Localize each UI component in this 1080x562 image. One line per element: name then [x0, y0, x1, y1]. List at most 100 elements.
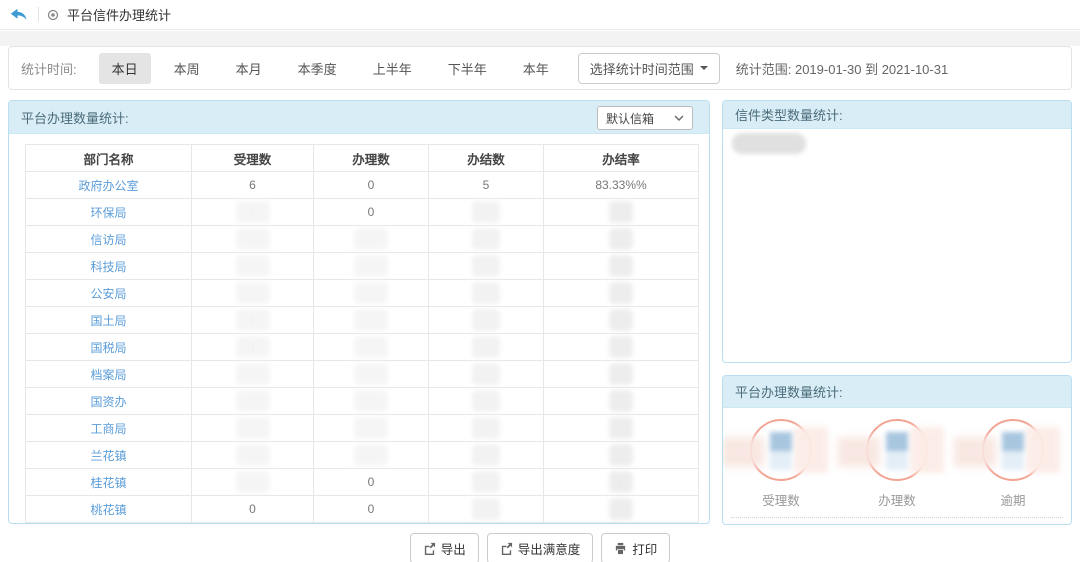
table-cell — [314, 280, 429, 307]
time-option-0[interactable]: 本日 — [99, 53, 151, 84]
dept-stats-table: 部门名称 受理数 办理数 办结数 办结率 政府办公室60583.33%%环保局0… — [25, 144, 699, 523]
table-cell — [429, 361, 544, 388]
redacted-value-blur — [354, 282, 388, 304]
redacted-value-blur — [236, 201, 270, 223]
export-button[interactable]: 导出 — [410, 533, 479, 562]
table-row: 科技局 — [26, 253, 699, 280]
table-cell — [429, 307, 544, 334]
table-row: 工商局 — [26, 415, 699, 442]
table-cell — [314, 442, 429, 469]
dept-link[interactable]: 公安局 — [90, 287, 126, 301]
time-option-1[interactable]: 本周 — [161, 53, 213, 84]
table-cell — [429, 388, 544, 415]
table-row: 桃花镇00 — [26, 496, 699, 523]
redacted-number-blur — [1002, 432, 1024, 470]
table-row: 档案局 — [26, 361, 699, 388]
dept-link[interactable]: 兰花镇 — [90, 449, 126, 463]
select-range-button[interactable]: 选择统计时间范围 — [578, 53, 720, 84]
redacted-blur — [722, 437, 764, 467]
table-cell: 0 — [314, 172, 429, 199]
dept-link[interactable]: 工商局 — [90, 422, 126, 436]
table-cell — [544, 388, 699, 415]
redacted-value-blur — [472, 444, 500, 466]
table-cell — [192, 415, 314, 442]
platform-stats-panel: 平台办理数量统计: 受理数办理数逾期 — [722, 375, 1072, 525]
redacted-value-blur — [354, 336, 388, 358]
table-cell: 83.33%% — [544, 172, 699, 199]
table-cell — [544, 253, 699, 280]
dept-link[interactable]: 政府办公室 — [78, 179, 138, 193]
redacted-value-blur — [472, 282, 500, 304]
table-cell — [544, 496, 699, 523]
col-header-completed: 办结数 — [429, 145, 544, 172]
ring-chart — [750, 419, 812, 481]
letter-type-panel-title: 信件类型数量统计: — [723, 101, 1071, 129]
table-cell: 0 — [192, 496, 314, 523]
select-range-button-label: 选择统计时间范围 — [590, 59, 694, 78]
table-row: 国税局) — [26, 334, 699, 361]
ring-stat-1: 办理数 — [847, 419, 947, 509]
table-cell — [544, 280, 699, 307]
export-icon — [500, 542, 513, 555]
redacted-value-blur — [354, 363, 388, 385]
stats-range-text: 统计范围: 2019-01-30 到 2021-10-31 — [736, 59, 948, 78]
dept-link[interactable]: 桂花镇 — [90, 476, 126, 490]
table-cell — [429, 253, 544, 280]
print-button[interactable]: 打印 — [601, 533, 670, 562]
dept-link[interactable]: 信访局 — [90, 233, 126, 247]
dept-link[interactable]: 档案局 — [90, 368, 126, 382]
table-cell — [192, 388, 314, 415]
table-cell — [544, 199, 699, 226]
col-header-dept: 部门名称 — [26, 145, 192, 172]
table-cell — [314, 334, 429, 361]
table-cell: 5 — [429, 172, 544, 199]
redacted-value-blur — [354, 444, 388, 466]
table-cell — [429, 280, 544, 307]
dept-link[interactable]: 桃花镇 — [90, 503, 126, 517]
print-icon — [614, 542, 627, 555]
back-button[interactable] — [10, 7, 30, 23]
time-filter-options: 本日本周本月本季度上半年下半年本年 — [89, 53, 562, 84]
ring-label: 办理数 — [878, 490, 916, 509]
table-cell — [429, 469, 544, 496]
table-cell — [314, 388, 429, 415]
redacted-value-blur — [609, 309, 633, 331]
time-option-2[interactable]: 本月 — [223, 53, 275, 84]
time-option-3[interactable]: 本季度 — [285, 53, 350, 84]
table-cell: 6 — [192, 172, 314, 199]
rings-row: 受理数办理数逾期 — [723, 408, 1071, 509]
dept-link[interactable]: 国资办 — [90, 395, 126, 409]
time-filter-panel: 统计时间: 本日本周本月本季度上半年下半年本年 选择统计时间范围 统计范围: 2… — [8, 46, 1072, 90]
table-cell — [429, 334, 544, 361]
dept-link[interactable]: 国土局 — [90, 314, 126, 328]
dept-link[interactable]: 环保局 — [90, 206, 126, 220]
redacted-value-blur — [236, 471, 270, 493]
redacted-value-blur — [354, 309, 388, 331]
page-title: 平台信件办理统计 — [67, 5, 171, 24]
redacted-blur — [838, 437, 880, 467]
table-cell — [192, 361, 314, 388]
time-option-6[interactable]: 本年 — [510, 53, 562, 84]
redacted-value-blur — [609, 363, 633, 385]
redacted-value-blur — [236, 309, 270, 331]
table-cell — [429, 226, 544, 253]
redacted-number-blur — [886, 432, 908, 470]
ring-chart — [866, 419, 928, 481]
time-option-5[interactable]: 下半年 — [435, 53, 500, 84]
redacted-blur — [954, 437, 996, 467]
time-option-4[interactable]: 上半年 — [360, 53, 425, 84]
table-cell — [314, 361, 429, 388]
mailbox-select[interactable]: 默认信箱 — [597, 106, 693, 130]
redacted-value-blur — [354, 228, 388, 250]
table-cell — [314, 253, 429, 280]
table-cell — [192, 469, 314, 496]
dept-link[interactable]: 国税局 — [90, 341, 126, 355]
redacted-value-blur — [609, 255, 633, 277]
redacted-value-blur — [354, 255, 388, 277]
export-satisfaction-button[interactable]: 导出满意度 — [487, 533, 594, 562]
time-filter-label: 统计时间: — [21, 59, 77, 78]
table-header-row: 部门名称 受理数 办理数 办结数 办结率 — [26, 145, 699, 172]
dept-link[interactable]: 科技局 — [90, 260, 126, 274]
table-row: 国资办 — [26, 388, 699, 415]
table-cell — [429, 442, 544, 469]
